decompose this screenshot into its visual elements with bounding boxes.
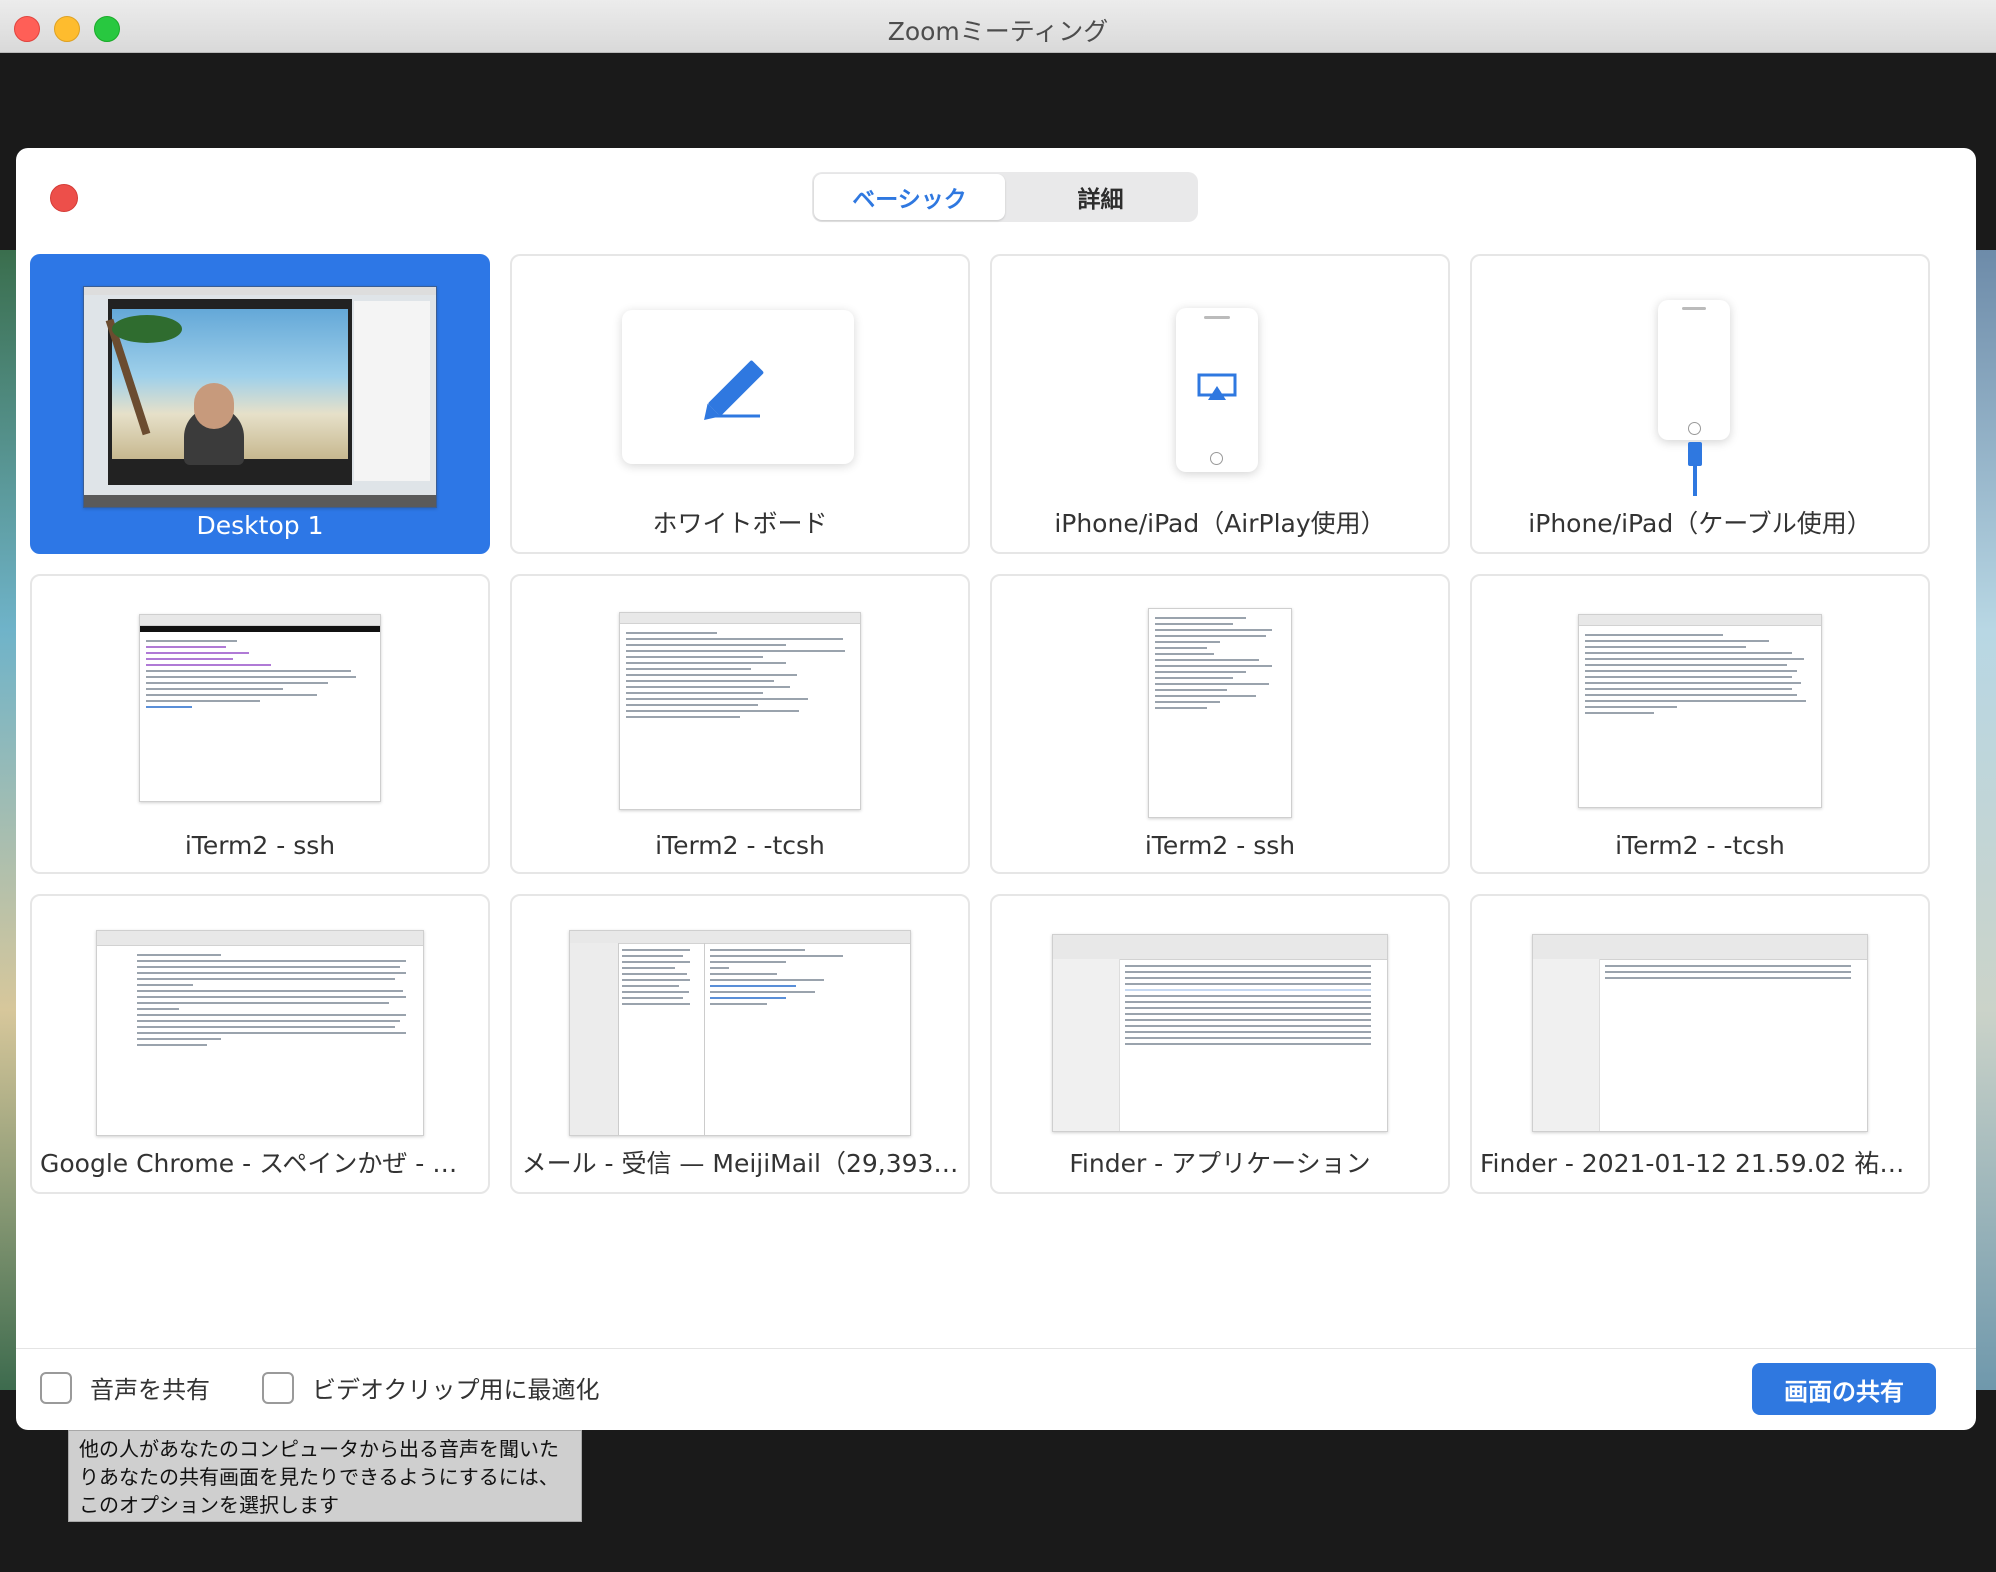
optimize-video-option[interactable]: ビデオクリップ用に最適化: [262, 1370, 600, 1405]
share-screen-button[interactable]: 画面の共有: [1752, 1363, 1936, 1415]
window-titlebar: Zoomミーティング: [0, 0, 1996, 53]
desktop-background: [0, 250, 16, 1390]
share-audio-label: 音声を共有: [90, 1376, 210, 1404]
share-tile-chrome[interactable]: Google Chrome - スペインかぜ - Wi...: [30, 894, 490, 1194]
tooltip-line: りあなたの共有画面を見たりできるようにするには、: [79, 1465, 559, 1489]
iphone-icon: [1176, 308, 1258, 472]
share-tile-iterm-tcsh-2[interactable]: iTerm2 - -tcsh: [1470, 574, 1930, 874]
window-thumbnail: [1148, 608, 1292, 818]
tab-basic[interactable]: ベーシック: [814, 174, 1005, 220]
share-tile-iphone-airplay[interactable]: iPhone/iPad（AirPlay使用）: [990, 254, 1450, 554]
tile-label-iphone-airplay: iPhone/iPad（AirPlay使用）: [1054, 509, 1386, 538]
window-thumbnail: [619, 612, 861, 810]
tile-label-whiteboard: ホワイトボード: [652, 509, 828, 538]
audio-share-tooltip: 他の人があなたのコンピュータから出る音声を聞いた りあなたの共有画面を見たりでき…: [68, 1430, 582, 1522]
cable-icon: [1688, 442, 1702, 466]
tile-label-chrome: Google Chrome - スペインかぜ - Wi...: [40, 1149, 480, 1178]
footer-divider: [16, 1348, 1976, 1349]
share-screen-dialog: ベーシック 詳細 Desktop 1 ホワイトボード iPhone/iPad（A…: [16, 148, 1976, 1430]
window-thumbnail: [569, 930, 911, 1136]
iphone-icon: [1658, 300, 1730, 440]
optimize-video-label: ビデオクリップ用に最適化: [312, 1376, 600, 1404]
share-tile-iterm-ssh[interactable]: iTerm2 - ssh: [30, 574, 490, 874]
tooltip-line: このオプションを選択します: [79, 1493, 339, 1517]
desktop-thumbnail: [83, 286, 437, 508]
tile-label-iterm-ssh-1: iTerm2 - ssh: [184, 831, 336, 860]
airplay-icon: [1197, 373, 1237, 400]
tile-label-iterm-tcsh-2: iTerm2 - -tcsh: [1615, 831, 1785, 860]
window-thumbnail: [1532, 934, 1868, 1132]
share-audio-option[interactable]: 音声を共有: [40, 1370, 210, 1405]
tab-switcher: ベーシック 詳細: [812, 172, 1198, 222]
window-thumbnail: [1578, 614, 1822, 808]
tile-label-iterm-ssh-2: iTerm2 - ssh: [1144, 831, 1296, 860]
tile-label-finder-apps: Finder - アプリケーション: [1069, 1149, 1371, 1178]
tile-label-iterm-tcsh-1: iTerm2 - -tcsh: [655, 831, 825, 860]
share-tile-iphone-cable[interactable]: iPhone/iPad（ケーブル使用）: [1470, 254, 1930, 554]
share-tile-desktop[interactable]: Desktop 1: [30, 254, 490, 554]
cable-wire: [1693, 466, 1697, 496]
tile-label-desktop: Desktop 1: [196, 511, 324, 540]
pencil-icon: [704, 360, 764, 420]
tile-label-finder-folder: Finder - 2021-01-12 21.59.02 祐史...: [1480, 1149, 1920, 1178]
tab-advanced[interactable]: 詳細: [1005, 174, 1196, 220]
tooltip-line: 他の人があなたのコンピュータから出る音声を聞いた: [79, 1437, 559, 1461]
desktop-background-right: [1976, 250, 1996, 1390]
share-tile-iterm-tcsh[interactable]: iTerm2 - -tcsh: [510, 574, 970, 874]
share-tile-whiteboard[interactable]: ホワイトボード: [510, 254, 970, 554]
window-thumbnail: [1052, 934, 1388, 1132]
share-tile-mail[interactable]: メール - 受信 — MeijiMail（29,393…: [510, 894, 970, 1194]
window-thumbnail: [96, 930, 424, 1136]
whiteboard-card: [622, 310, 854, 464]
tile-label-mail: メール - 受信 — MeijiMail（29,393…: [521, 1149, 959, 1178]
share-audio-checkbox[interactable]: [40, 1371, 72, 1404]
share-tile-finder-apps[interactable]: Finder - アプリケーション: [990, 894, 1450, 1194]
share-tile-finder-folder[interactable]: Finder - 2021-01-12 21.59.02 祐史...: [1470, 894, 1930, 1194]
dialog-close-button[interactable]: [50, 184, 78, 212]
tile-label-iphone-cable: iPhone/iPad（ケーブル使用）: [1528, 509, 1872, 538]
share-tile-iterm-ssh-2[interactable]: iTerm2 - ssh: [990, 574, 1450, 874]
window-thumbnail: [139, 614, 381, 802]
optimize-video-checkbox[interactable]: [262, 1371, 294, 1404]
share-source-grid: Desktop 1 ホワイトボード iPhone/iPad（AirPlay使用）…: [30, 254, 1930, 1194]
window-title: Zoomミーティング: [887, 17, 1109, 46]
